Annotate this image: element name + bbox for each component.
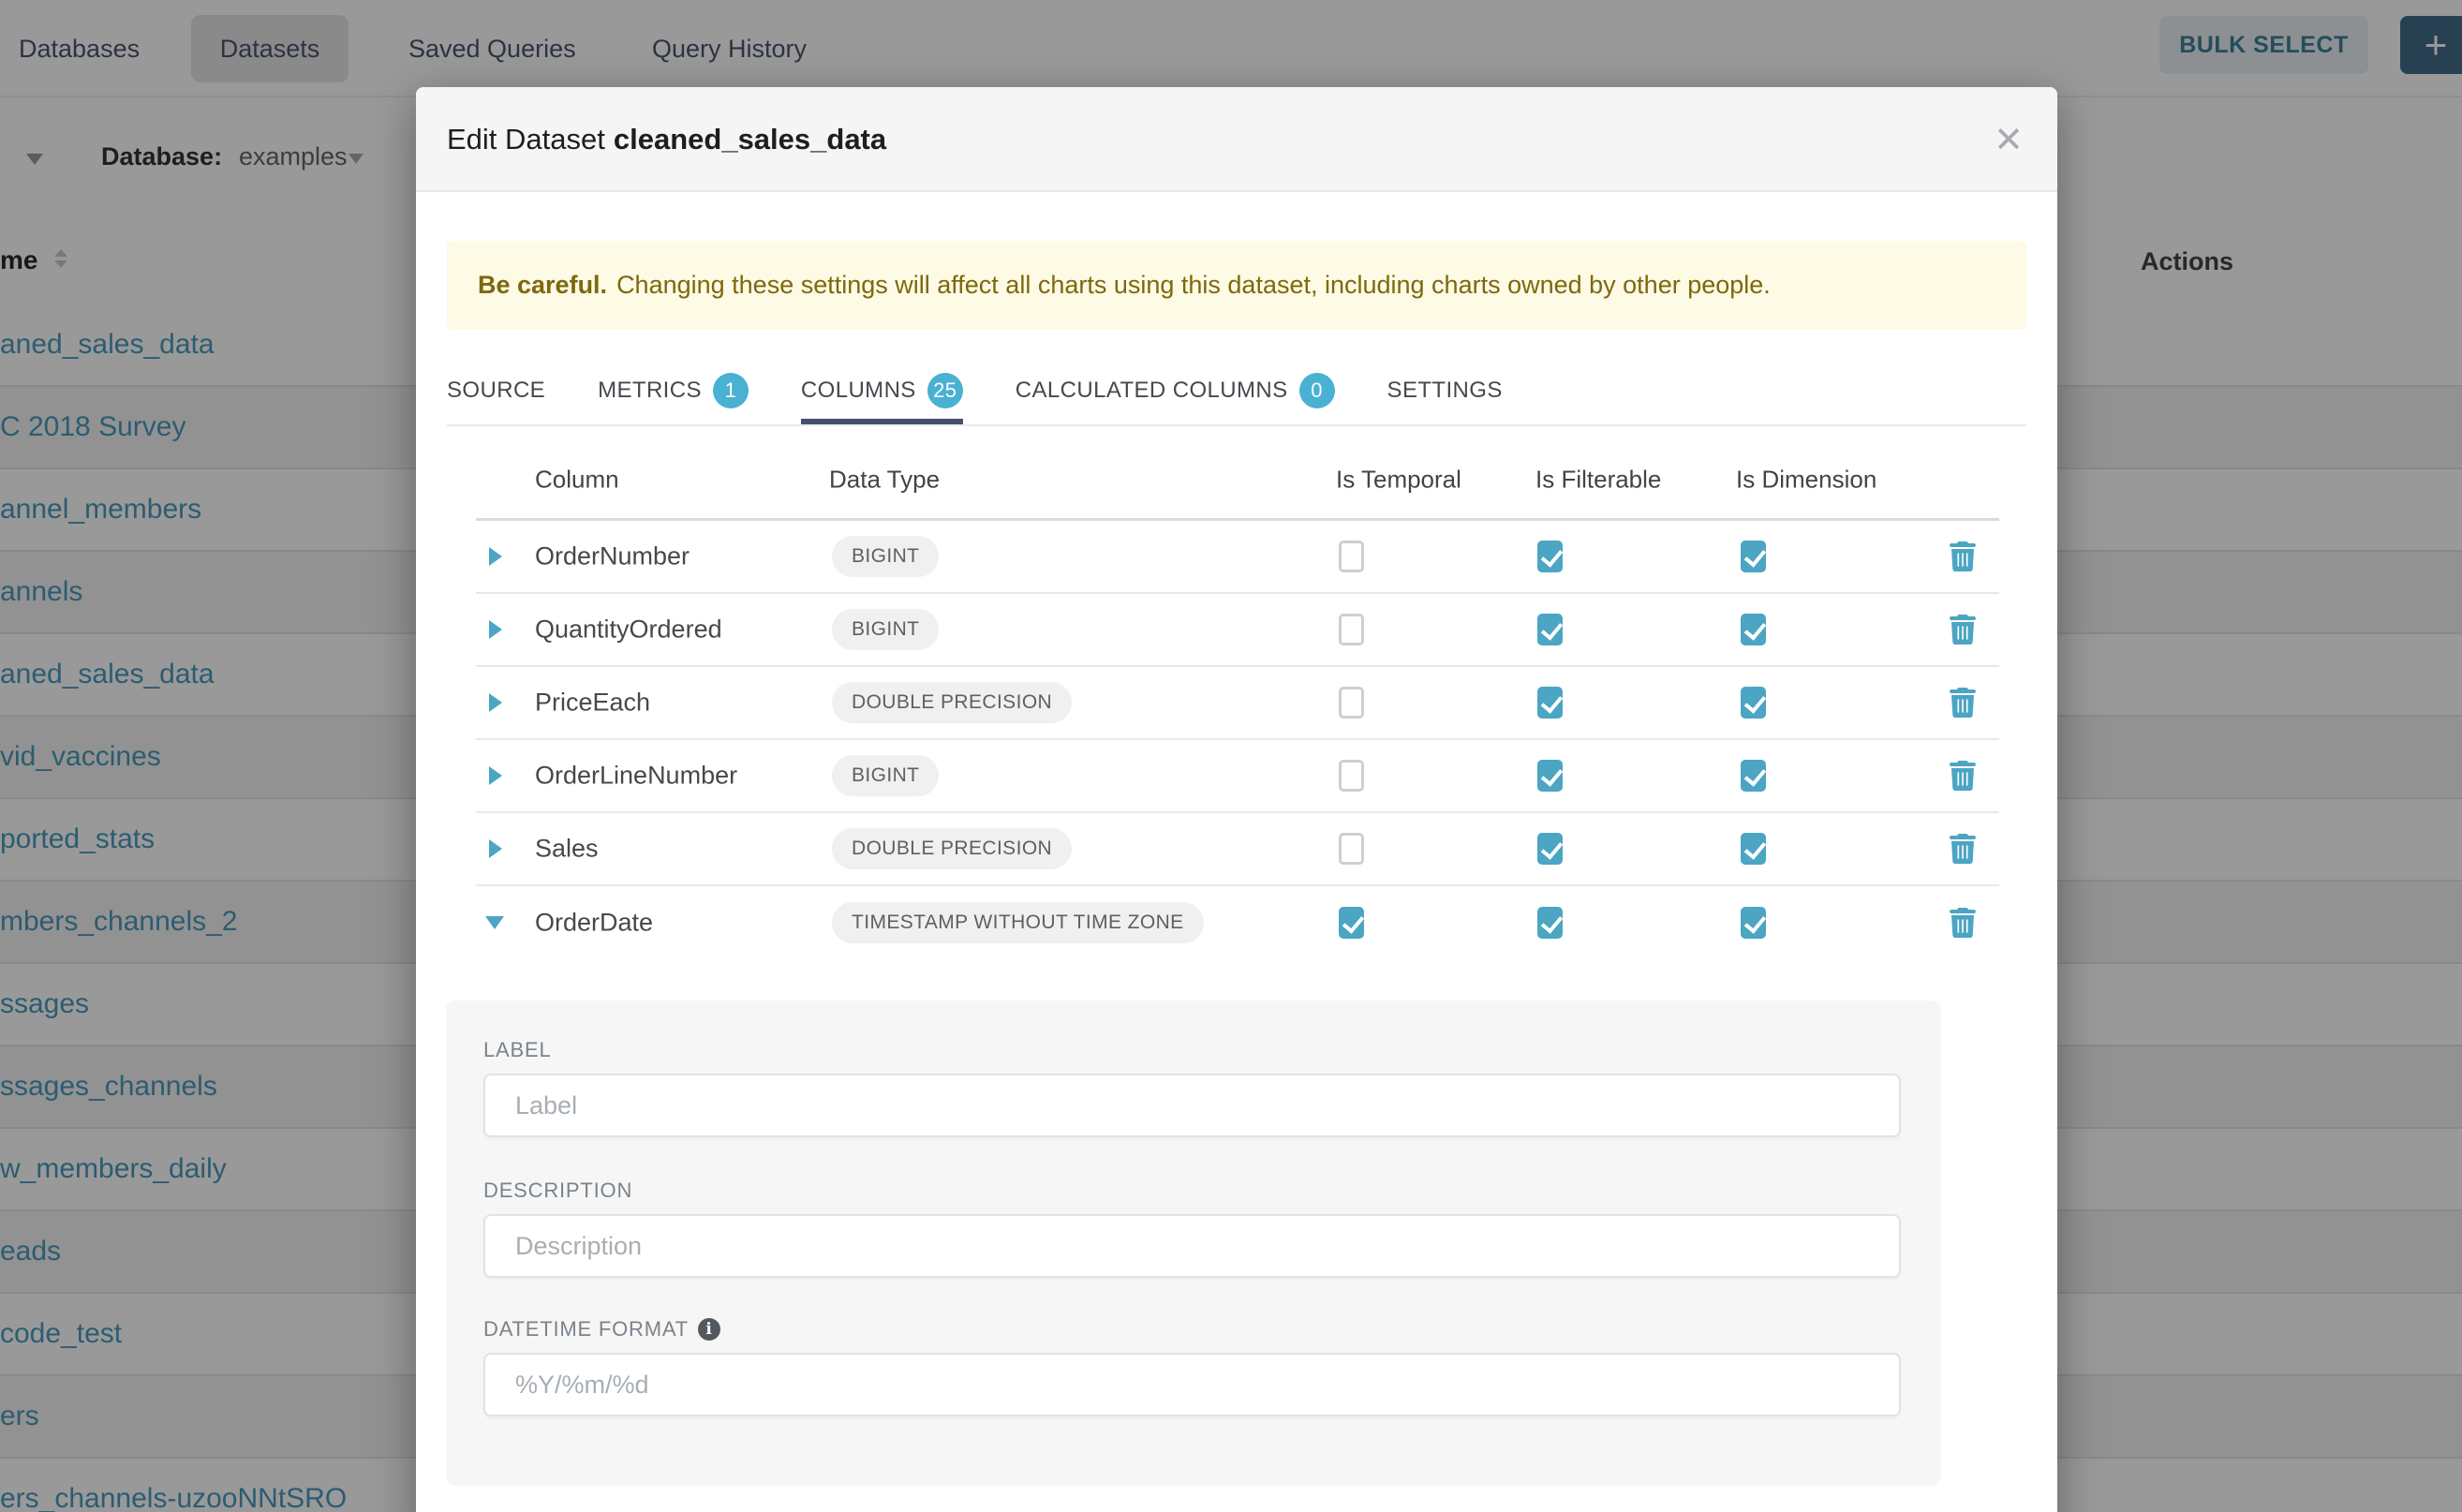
is-filterable-checkbox[interactable] [1537, 833, 1563, 865]
column-name: OrderNumber [535, 542, 690, 571]
is-temporal-checkbox[interactable] [1339, 614, 1364, 645]
columns-table-header: Column Data Type Is Temporal Is Filterable I… [476, 440, 1999, 521]
column-header-column: Column [535, 465, 619, 494]
label-input[interactable] [483, 1074, 1901, 1137]
column-name: OrderLineNumber [535, 762, 737, 791]
trash-icon[interactable] [1949, 834, 1977, 864]
tab-columns[interactable]: COLUMNS 25 [801, 356, 963, 424]
data-type-pill: BIGINT [832, 609, 939, 650]
info-icon[interactable]: i [698, 1318, 720, 1341]
tab-label: COLUMNS [801, 378, 916, 404]
column-row-sales: Sales DOUBLE PRECISION [476, 813, 1999, 886]
trash-icon[interactable] [1949, 541, 1977, 571]
column-row-orderdate: OrderDate TIMESTAMP WITHOUT TIME ZONE [476, 886, 1999, 959]
trash-icon[interactable] [1949, 615, 1977, 645]
column-row-priceeach: PriceEach DOUBLE PRECISION [476, 667, 1999, 740]
expand-caret-icon[interactable] [489, 766, 502, 785]
tab-count-badge: 25 [927, 373, 963, 408]
is-dimension-checkbox[interactable] [1741, 614, 1766, 645]
tab-label: SETTINGS [1387, 378, 1503, 404]
column-header-is-temporal: Is Temporal [1336, 465, 1461, 494]
column-name: QuantityOrdered [535, 615, 722, 645]
data-type-pill: BIGINT [832, 755, 939, 796]
is-filterable-checkbox[interactable] [1537, 907, 1563, 939]
is-temporal-checkbox[interactable] [1339, 760, 1364, 792]
tab-label: METRICS [598, 378, 702, 404]
tab-label: SOURCE [447, 378, 545, 404]
close-icon[interactable]: ✕ [1994, 87, 2024, 192]
data-type-pill: DOUBLE PRECISION [832, 682, 1072, 723]
modal-title: Edit Dataset cleaned_sales_data [447, 87, 886, 192]
description-field: DESCRIPTION [483, 1178, 1901, 1278]
is-filterable-checkbox[interactable] [1537, 760, 1563, 792]
column-header-is-dimension: Is Dimension [1736, 465, 1876, 494]
column-row-ordernumber: OrderNumber BIGINT [476, 521, 1999, 594]
screen: DatabasesDatasetsSaved QueriesQuery Hist… [0, 0, 2462, 1512]
tab-metrics[interactable]: METRICS 1 [598, 356, 749, 424]
warning-banner: Be careful. Changing these settings will… [447, 241, 2026, 330]
trash-icon[interactable] [1949, 688, 1977, 718]
modal-header: Edit Dataset cleaned_sales_data ✕ [416, 87, 2057, 192]
tab-count-badge: 1 [713, 373, 749, 408]
datetime-format-input[interactable] [483, 1353, 1901, 1416]
data-type-pill: DOUBLE PRECISION [832, 828, 1072, 869]
column-name: OrderDate [535, 909, 653, 938]
modal-title-prefix: Edit Dataset [447, 123, 605, 156]
tab-settings[interactable]: SETTINGS [1387, 356, 1503, 424]
columns-table: Column Data Type Is Temporal Is Filterable I… [476, 440, 1999, 959]
is-temporal-checkbox[interactable] [1339, 907, 1364, 939]
data-type-pill: BIGINT [832, 536, 939, 577]
column-header-is-filterable: Is Filterable [1535, 465, 1661, 494]
tab-count-badge: 0 [1299, 373, 1335, 408]
expand-caret-icon[interactable] [489, 620, 502, 639]
column-detail-panel: LABEL DESCRIPTION DATETIME FORMAT i [446, 1001, 1941, 1486]
warning-bold-text: Be careful. [478, 271, 607, 300]
data-type-pill: TIMESTAMP WITHOUT TIME ZONE [832, 902, 1204, 943]
is-filterable-checkbox[interactable] [1537, 541, 1563, 572]
edit-dataset-modal: Edit Dataset cleaned_sales_data ✕ Be car… [416, 87, 2057, 1512]
label-field-label: LABEL [483, 1038, 1901, 1062]
expand-caret-icon[interactable] [489, 547, 502, 566]
columns-table-rows: OrderNumber BIGINT QuantityOrdered BIGINT Pr… [476, 521, 1999, 959]
warning-text: Changing these settings will affect all … [616, 271, 1771, 300]
trash-icon[interactable] [1949, 908, 1977, 938]
description-field-label: DESCRIPTION [483, 1178, 1901, 1203]
modal-tabs: SOURCE METRICS 1 COLUMNS 25 CALCULATED COLUMN… [447, 356, 2026, 426]
column-name: PriceEach [535, 689, 650, 718]
is-temporal-checkbox[interactable] [1339, 687, 1364, 719]
expand-caret-icon[interactable] [489, 693, 502, 712]
is-temporal-checkbox[interactable] [1339, 833, 1364, 865]
collapse-caret-icon[interactable] [485, 916, 504, 929]
column-name: Sales [535, 835, 599, 864]
column-row-quantityordered: QuantityOrdered BIGINT [476, 594, 1999, 667]
is-dimension-checkbox[interactable] [1741, 541, 1766, 572]
label-field: LABEL [483, 1038, 1901, 1137]
is-dimension-checkbox[interactable] [1741, 833, 1766, 865]
column-row-orderlinenumber: OrderLineNumber BIGINT [476, 740, 1999, 813]
description-input[interactable] [483, 1214, 1901, 1278]
column-header-data-type: Data Type [829, 465, 940, 494]
is-filterable-checkbox[interactable] [1537, 614, 1563, 645]
is-filterable-checkbox[interactable] [1537, 687, 1563, 719]
is-dimension-checkbox[interactable] [1741, 687, 1766, 719]
modal-title-dataset-name: cleaned_sales_data [614, 123, 886, 156]
datetime-format-field: DATETIME FORMAT i [483, 1317, 1901, 1416]
is-dimension-checkbox[interactable] [1741, 760, 1766, 792]
is-dimension-checkbox[interactable] [1741, 907, 1766, 939]
trash-icon[interactable] [1949, 761, 1977, 791]
tab-calculated-columns[interactable]: CALCULATED COLUMNS 0 [1016, 356, 1335, 424]
expand-caret-icon[interactable] [489, 839, 502, 858]
is-temporal-checkbox[interactable] [1339, 541, 1364, 572]
datetime-format-field-label: DATETIME FORMAT i [483, 1317, 1901, 1342]
tab-source[interactable]: SOURCE [447, 356, 545, 424]
tab-label: CALCULATED COLUMNS [1016, 378, 1288, 404]
